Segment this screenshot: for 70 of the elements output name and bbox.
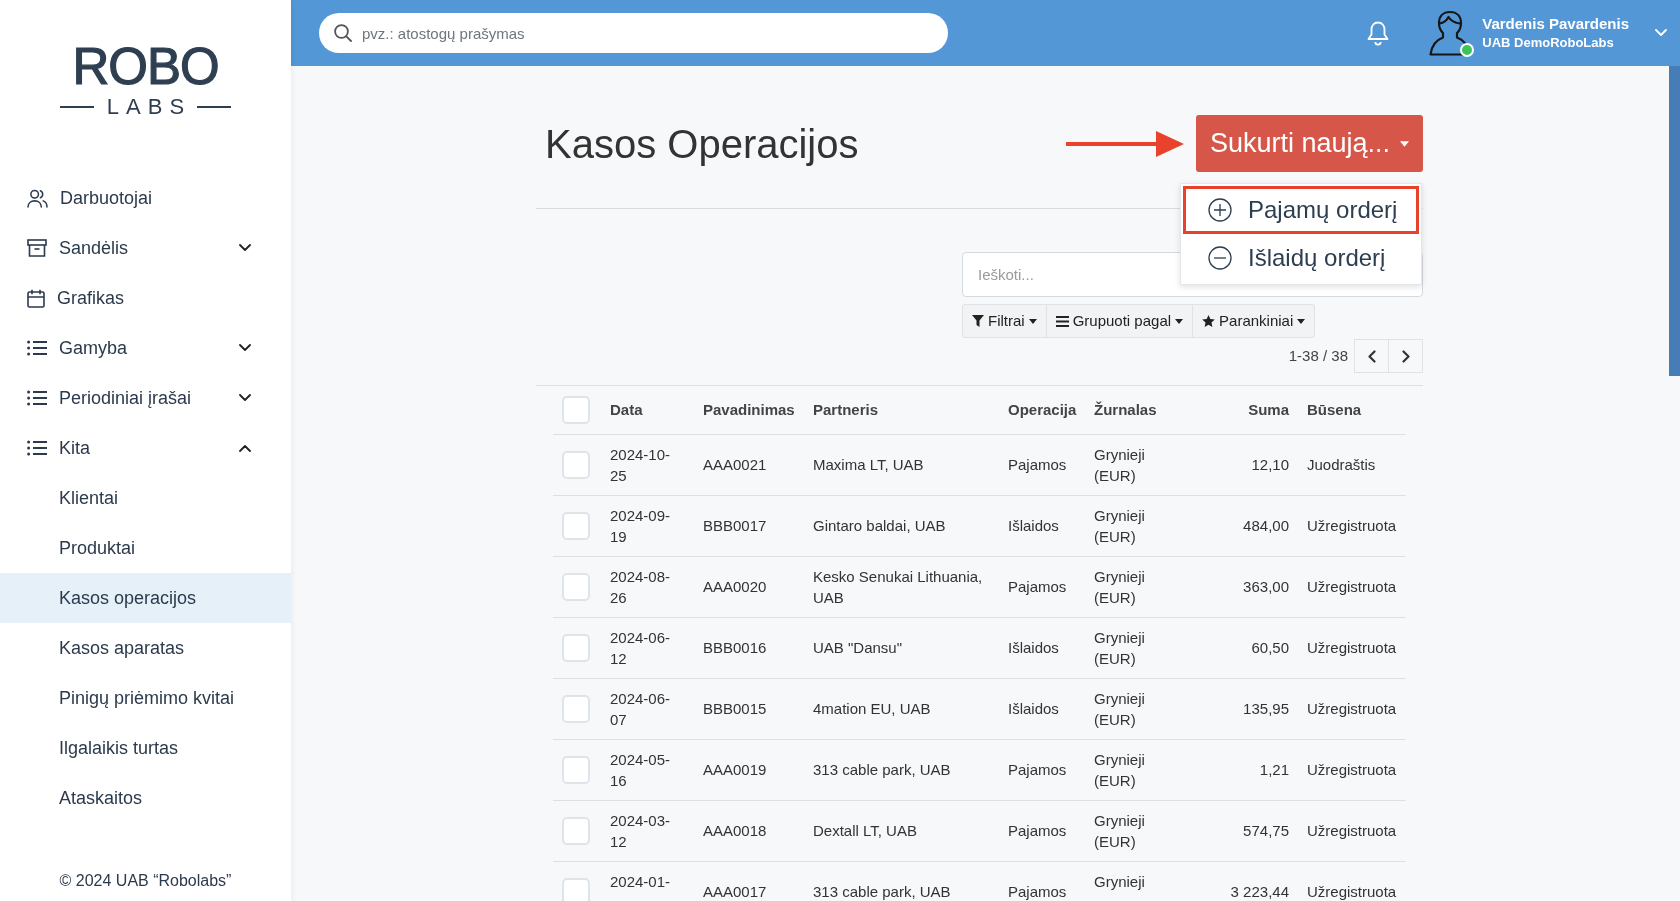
table-cell: Išlaidos <box>998 678 1084 739</box>
column-header: Būsena <box>1299 386 1406 434</box>
column-header: Operacija <box>998 386 1084 434</box>
table-cell: 313 cable park, UAB <box>803 739 998 800</box>
table-cell: Išlaidos <box>998 495 1084 556</box>
table-cell: 12,10 <box>1180 434 1299 495</box>
table-cell: Grynieji <box>1084 861 1180 901</box>
column-header: Partneris <box>803 386 998 434</box>
table-cell: Grynieji (EUR) <box>1084 739 1180 800</box>
table-cell: Užregistruota <box>1299 495 1406 556</box>
table-cell: 4mation EU, UAB <box>803 678 998 739</box>
column-header: Pavadinimas <box>693 386 803 434</box>
table-cell: Dextall LT, UAB <box>803 800 998 861</box>
table-cell: 3 223,44 <box>1180 861 1299 901</box>
table-cell: 2024-06-07 <box>600 678 693 739</box>
table-cell: Pajamos <box>998 800 1084 861</box>
table-cell: BBB0016 <box>693 617 803 678</box>
table-cell: 313 cable park, UAB <box>803 861 998 901</box>
table-cell: 484,00 <box>1180 495 1299 556</box>
table-cell: BBB0015 <box>693 678 803 739</box>
table-cell: Pajamos <box>998 434 1084 495</box>
table-cell: Pajamos <box>998 556 1084 617</box>
table-cell: Pajamos <box>998 861 1084 901</box>
table-cell: 2024-05-16 <box>600 739 693 800</box>
table-cell: 2024-03-12 <box>600 800 693 861</box>
table-cell: 363,00 <box>1180 556 1299 617</box>
table-cell: 60,50 <box>1180 617 1299 678</box>
column-header: Suma <box>1180 386 1299 434</box>
table-cell: Išlaidos <box>998 617 1084 678</box>
table-cell: 2024-06-12 <box>600 617 693 678</box>
table-cell: 2024-09-19 <box>600 495 693 556</box>
logo-subtitle: LABS <box>105 96 192 118</box>
table-cell: Užregistruota <box>1299 739 1406 800</box>
table-cell: 2024-10-25 <box>600 434 693 495</box>
page-title: Kasos Operacijos <box>545 123 859 164</box>
table-cell: AAA0018 <box>693 800 803 861</box>
table-cell: Grynieji (EUR) <box>1084 434 1180 495</box>
table-cell: 574,75 <box>1180 800 1299 861</box>
company-name: UAB DemoRoboLabs <box>1482 34 1615 52</box>
record-count: 1-38 / 38 <box>1288 345 1348 366</box>
table-cell: Užregistruota <box>1299 678 1406 739</box>
table-cell: Užregistruota <box>1299 800 1406 861</box>
copyright-text: © 2024 UAB “Robolabs” <box>58 871 233 891</box>
user-name: Vardenis Pavardenis <box>1482 14 1629 34</box>
table-cell: Grynieji (EUR) <box>1084 495 1180 556</box>
table-cell: Grynieji (EUR) <box>1084 800 1180 861</box>
logo-wordmark: ROBO <box>72 41 219 92</box>
table-cell: Užregistruota <box>1299 617 1406 678</box>
table-cell: Užregistruota <box>1299 556 1406 617</box>
table-cell: Grynieji (EUR) <box>1084 556 1180 617</box>
table-cell: Grynieji (EUR) <box>1084 678 1180 739</box>
table-cell: Pajamos <box>998 739 1084 800</box>
table-cell: Grynieji (EUR) <box>1084 617 1180 678</box>
table-cell: AAA0020 <box>693 556 803 617</box>
table-cell: Juodraštis <box>1299 434 1406 495</box>
column-header: Data <box>600 386 693 434</box>
table-cell: AAA0017 <box>693 861 803 901</box>
table-cell: AAA0021 <box>693 434 803 495</box>
table-cell: 135,95 <box>1180 678 1299 739</box>
table-cell: BBB0017 <box>693 495 803 556</box>
table-cell: Maxima LT, UAB <box>803 434 998 495</box>
table-cell: 1,21 <box>1180 739 1299 800</box>
table-cell: 2024-01- <box>600 861 693 901</box>
column-header: Žurnalas <box>1084 386 1180 434</box>
table-cell: AAA0019 <box>693 739 803 800</box>
table-cell: Užregistruota <box>1299 861 1406 901</box>
table-cell: 2024-08-26 <box>600 556 693 617</box>
table-cell: Kesko Senukai Lithuania, UAB <box>803 556 998 617</box>
table-cell: Gintaro baldai, UAB <box>803 495 998 556</box>
table-cell: UAB "Dansu" <box>803 617 998 678</box>
